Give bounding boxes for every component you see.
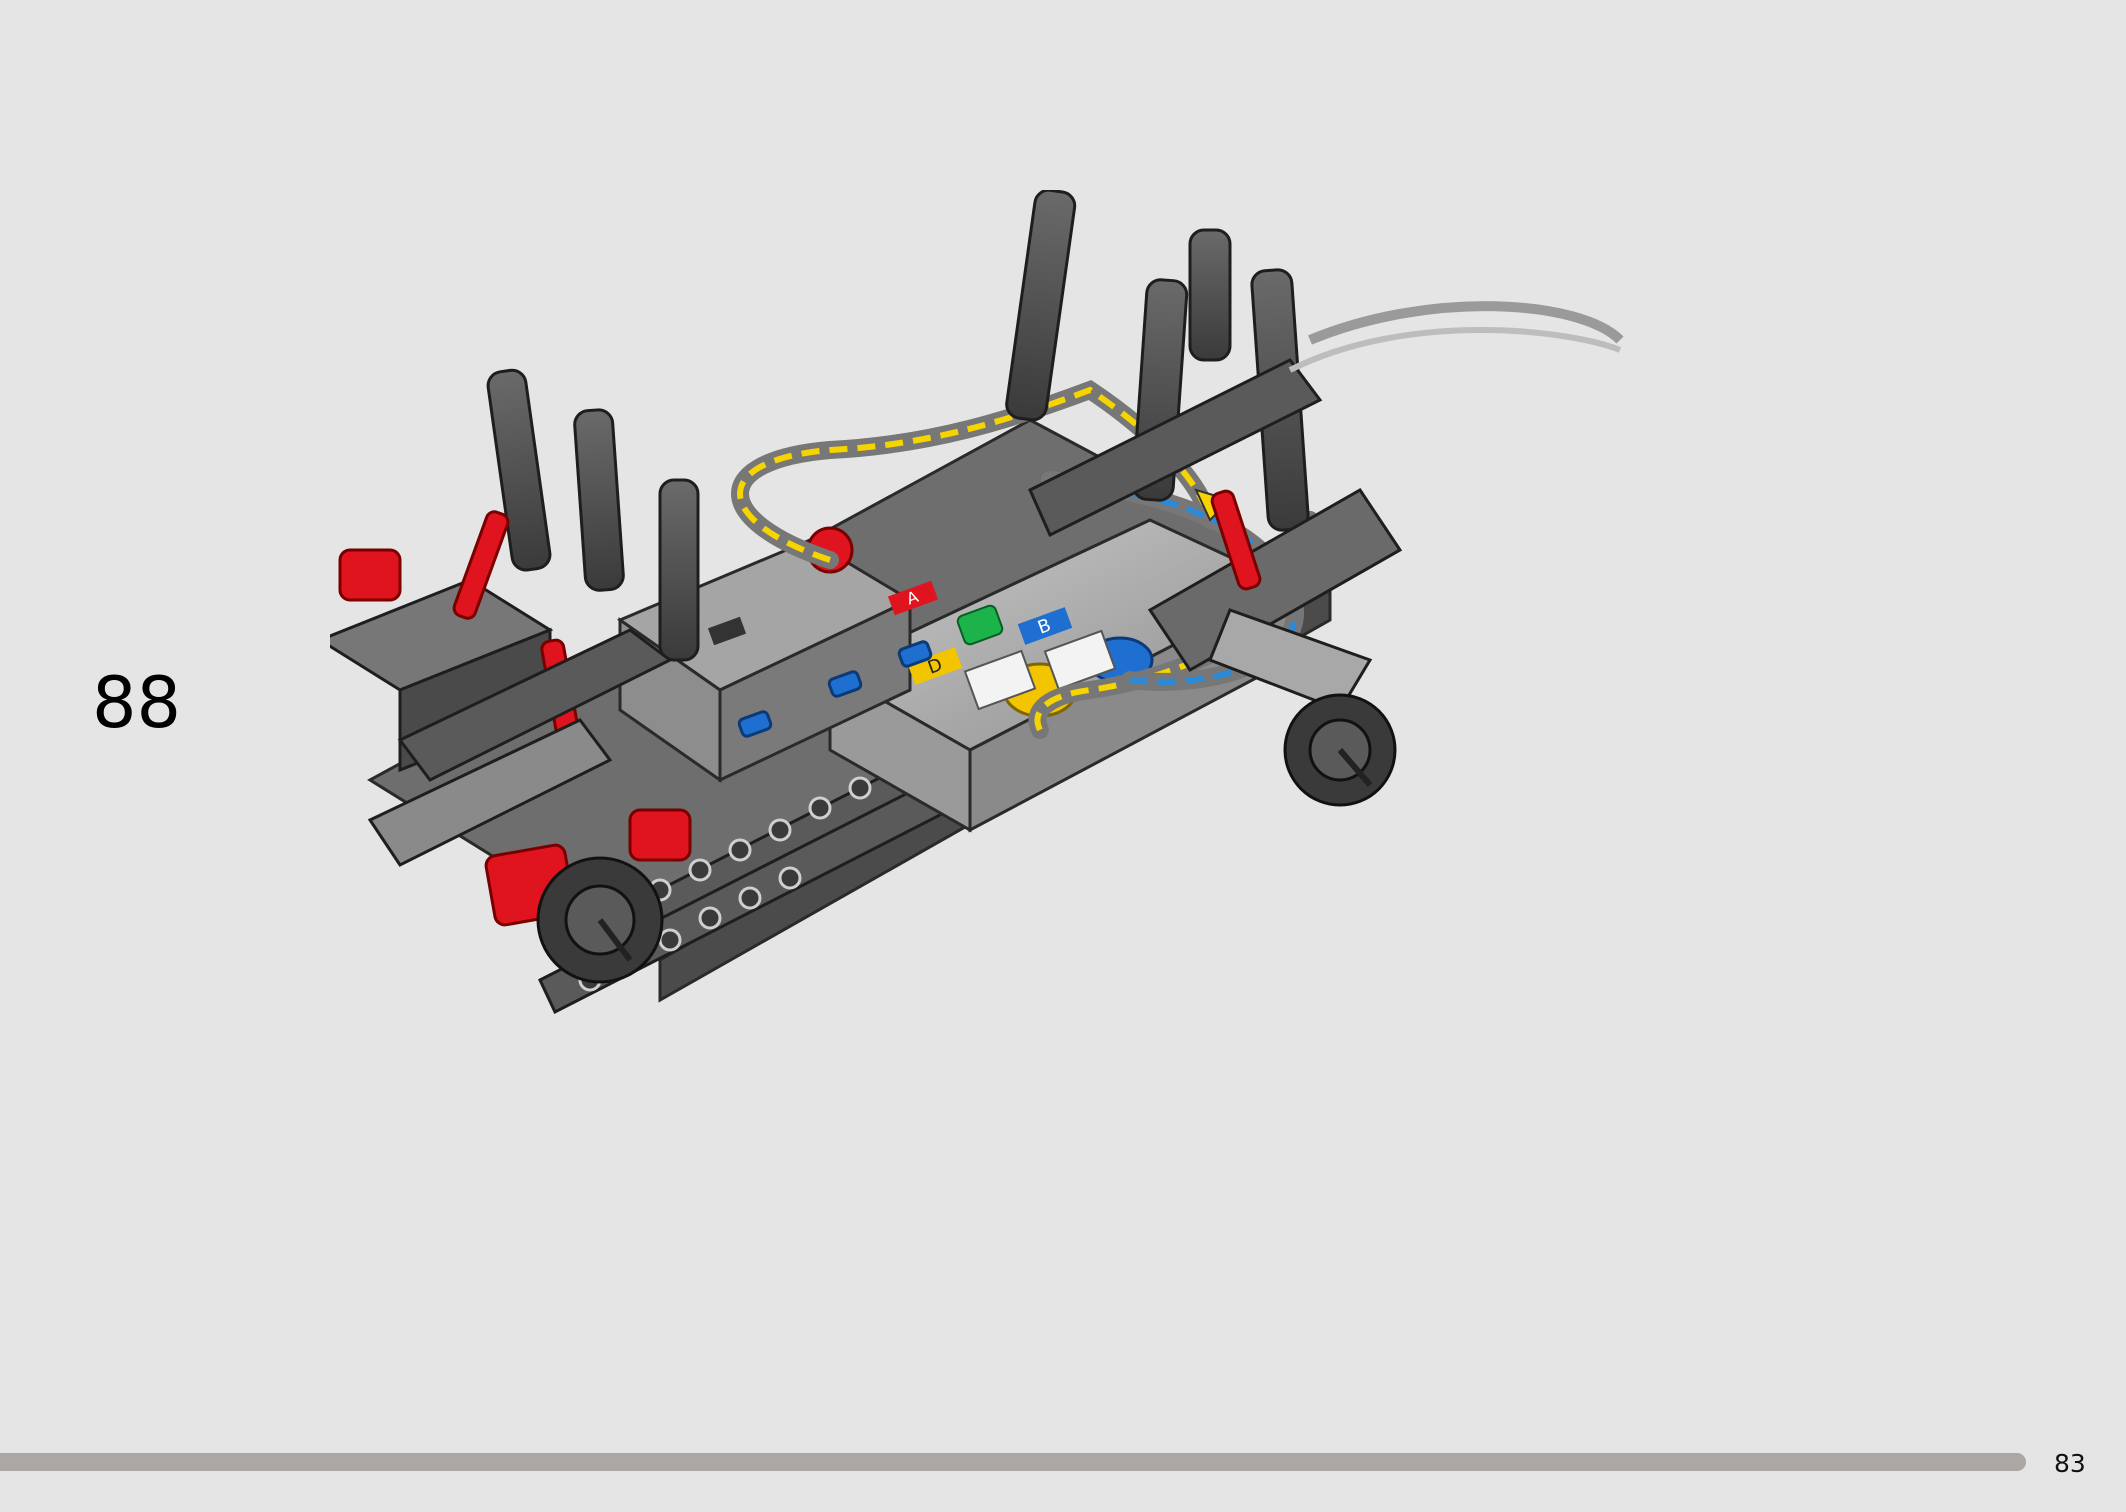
rear-wheel-hub <box>1283 693 1397 807</box>
page-number: 83 <box>2054 1449 2086 1478</box>
page-progress-bar <box>0 1453 2026 1471</box>
step-number: 88 <box>92 662 182 744</box>
chassis-illustration: A B D <box>330 190 1624 1015</box>
front-wheel-hub <box>536 856 664 984</box>
